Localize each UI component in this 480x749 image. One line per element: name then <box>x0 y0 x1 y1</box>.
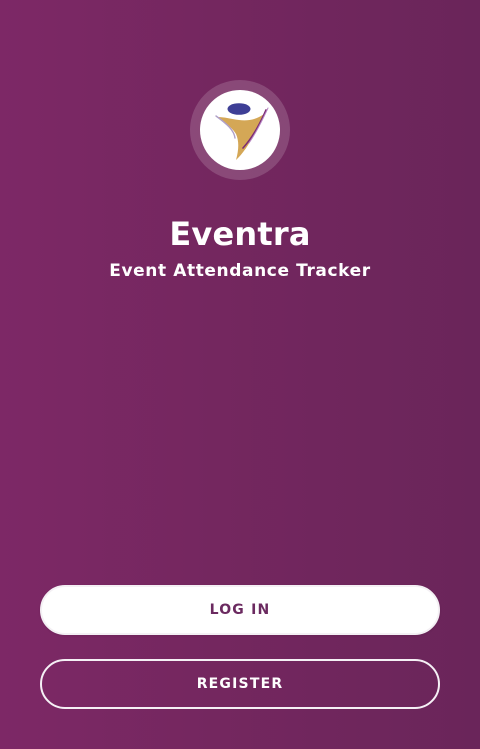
register-button[interactable]: REGISTER <box>40 659 440 709</box>
logo-disc <box>200 90 280 170</box>
log-in-button-label: LOG IN <box>209 602 271 618</box>
logo-ring <box>190 80 290 180</box>
app-title: Eventra <box>169 215 311 253</box>
app-tagline: Event Attendance Tracker <box>109 261 371 281</box>
register-button-label: REGISTER <box>196 676 284 692</box>
eventra-logo-icon <box>215 103 269 160</box>
log-in-button[interactable]: LOG IN <box>40 585 440 635</box>
welcome-screen: Eventra Event Attendance Tracker LOG IN … <box>0 0 480 749</box>
